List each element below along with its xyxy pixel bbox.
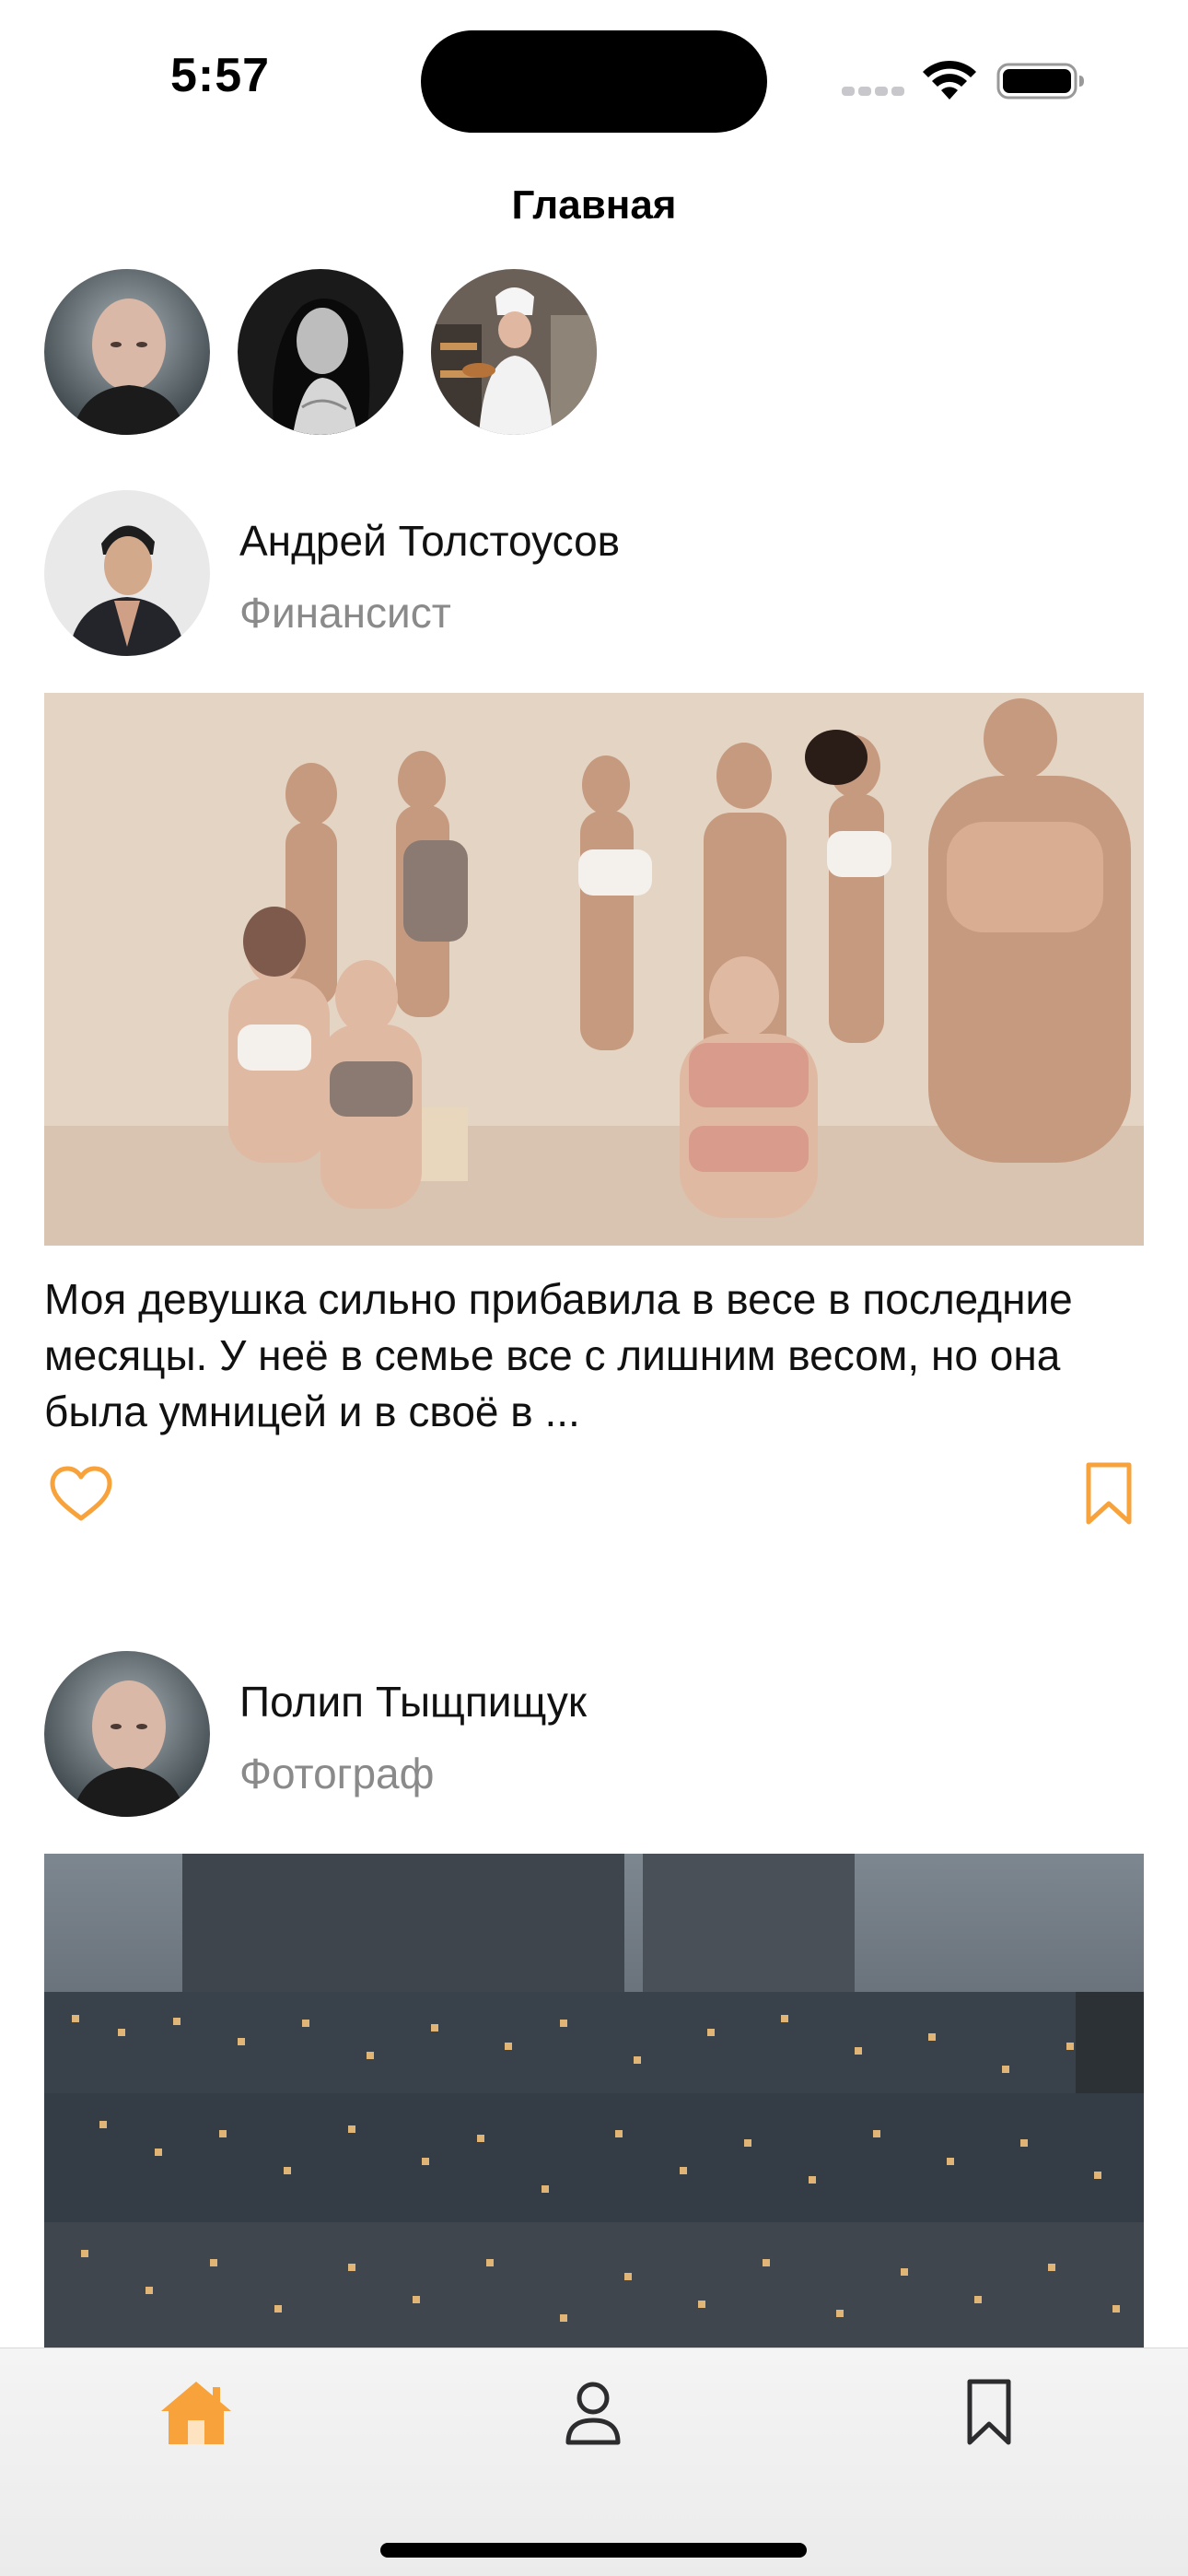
chef-bakery-portrait-image — [431, 269, 597, 435]
tab-home[interactable] — [150, 2367, 242, 2459]
post-card: Полип Тыщпищук Фотограф — [44, 1651, 1144, 2348]
post-card: Андрей Толстоусов Финансист Моя девушка … — [44, 490, 1144, 1540]
city-apartment-blocks-dusk-photo — [44, 1854, 1144, 2348]
story-avatar[interactable] — [238, 269, 403, 435]
bookmark-outline-icon[interactable] — [1083, 1461, 1135, 1528]
post-image[interactable] — [44, 693, 1144, 1246]
story-avatar[interactable] — [431, 269, 597, 435]
stories-row — [44, 269, 597, 435]
author-role: Фотограф — [239, 1750, 435, 1797]
status-time: 5:57 — [170, 49, 271, 102]
wifi-icon — [923, 60, 976, 100]
status-bar: 5:57 — [0, 0, 1188, 147]
author-name[interactable]: Андрей Толстоусов — [239, 516, 620, 566]
woman-bw-portrait-image — [238, 269, 403, 435]
bookmark-icon — [967, 2379, 1011, 2445]
author-name[interactable]: Полип Тыщпищук — [239, 1677, 587, 1727]
tab-profile[interactable] — [547, 2367, 639, 2459]
tab-bar — [0, 2348, 1188, 2576]
post-text[interactable]: Моя девушка сильно прибавила в весе в по… — [44, 1271, 1144, 1440]
home-indicator[interactable] — [380, 2543, 807, 2558]
story-avatar[interactable] — [44, 269, 210, 435]
man-dark-hair-portrait-image — [44, 490, 210, 656]
post-header[interactable]: Полип Тыщпищук Фотограф — [44, 1651, 1144, 1817]
post-header[interactable]: Андрей Толстоусов Финансист — [44, 490, 1144, 656]
home-screen: 5:57 Главная Андрей Толстоусов Финансист… — [0, 0, 1188, 2576]
house-fill-icon — [161, 2382, 231, 2444]
page-title: Главная — [511, 182, 677, 228]
dynamic-island — [421, 30, 767, 133]
author-role: Финансист — [239, 589, 451, 637]
avatar[interactable] — [44, 1651, 210, 1817]
heart-outline-icon[interactable] — [48, 1465, 114, 1524]
tab-bookmarks[interactable] — [943, 2367, 1035, 2459]
post-image[interactable] — [44, 1854, 1144, 2348]
cellular-signal-icon — [842, 87, 904, 96]
person-icon — [565, 2382, 621, 2445]
bald-man-portrait-image — [44, 269, 210, 435]
group-women-photo — [44, 693, 1144, 1246]
bald-man-portrait-image — [44, 1651, 210, 1817]
battery-icon — [996, 63, 1084, 100]
avatar[interactable] — [44, 490, 210, 656]
